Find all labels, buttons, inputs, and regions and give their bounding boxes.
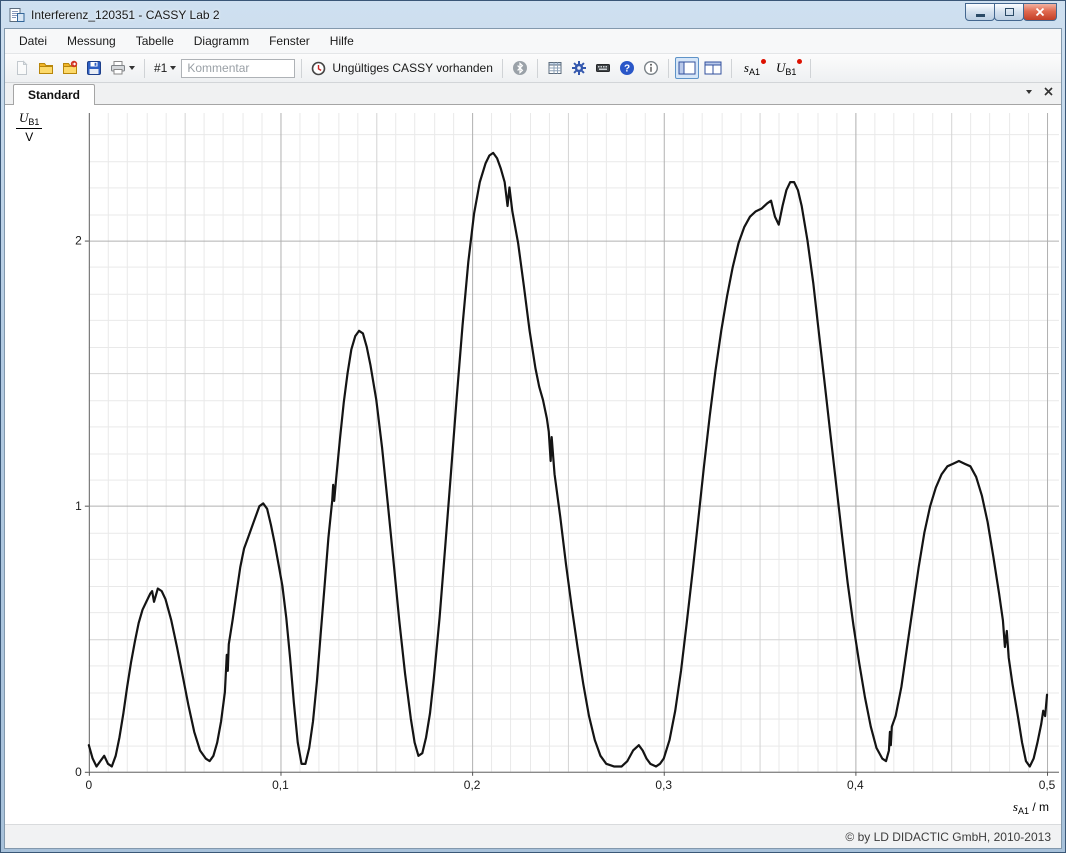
tab-tools [1026,87,1053,96]
app-window: Interferenz_120351 - CASSY Lab 2 Datei M… [0,0,1066,853]
svg-text:0,2: 0,2 [464,778,481,792]
x-axis-subscript: A1 [1018,806,1029,816]
quantity-subscript: B1 [785,67,796,77]
save-icon [86,60,102,76]
copyright-text: © by LD DIDACTIC GmbH, 2010-2013 [845,830,1051,844]
keyboard-icon [595,60,611,76]
dataset-dropdown-icon [170,66,176,70]
help-button[interactable]: ? [616,57,638,79]
toolbar-separator [502,59,503,78]
comment-input[interactable] [181,59,295,78]
window-title: Interferenz_120351 - CASSY Lab 2 [31,8,960,22]
settings-gear-icon [571,60,587,76]
tab-standard[interactable]: Standard [13,84,95,105]
titlebar[interactable]: Interferenz_120351 - CASSY Lab 2 [4,1,1062,28]
print-dropdown-icon [129,66,135,70]
x-axis-unit: / m [1029,800,1049,814]
maximize-icon [1005,8,1014,16]
new-document-button[interactable] [11,57,33,79]
open-file-button[interactable] [35,57,57,79]
open-folder-icon [38,60,54,76]
toolbar-separator [144,59,145,78]
y-axis-unit: V [16,129,42,144]
invalid-cassy-clock-icon [311,61,326,76]
svg-text:0,5: 0,5 [1039,778,1056,792]
invalid-cassy-status[interactable]: Ungültiges CASSY vorhanden [308,57,496,79]
quantity-subscript: A1 [749,67,760,77]
svg-text:0,3: 0,3 [655,778,672,792]
info-icon [643,60,659,76]
dataset-selector-button[interactable]: #1 [151,57,179,79]
toolbar-separator [668,59,669,78]
svg-text:1: 1 [75,499,82,513]
menu-item-diagramm[interactable]: Diagramm [184,31,259,51]
svg-text:2: 2 [75,234,82,248]
x-axis-label[interactable]: sA1 / m [1013,799,1049,816]
layout-split-button[interactable] [701,57,725,79]
y-axis-label[interactable]: UB1 V [16,110,42,144]
toolbar: #1 Ungültiges CASSY vorhanden [5,54,1061,83]
table-icon [547,60,563,76]
chart-panel: 0 0,1 0,2 0,3 0,4 0,5 0 1 2 UB1 V sA1 / m [5,105,1061,824]
open-recent-button[interactable] [59,57,81,79]
tabbar: Standard [5,83,1061,105]
chart-plot-area[interactable]: 0 0,1 0,2 0,3 0,4 0,5 0 1 2 [5,105,1061,824]
bluetooth-button[interactable] [509,57,531,79]
toolbar-separator [537,59,538,78]
tab-close-button[interactable] [1044,87,1053,96]
svg-text:0,4: 0,4 [847,778,864,792]
menu-item-tabelle[interactable]: Tabelle [126,31,184,51]
minimize-icon [976,14,985,17]
menu-item-messung[interactable]: Messung [57,31,126,51]
save-button[interactable] [83,57,105,79]
chevron-down-icon [1026,90,1032,94]
settings-button[interactable] [568,57,590,79]
menubar: Datei Messung Tabelle Diagramm Fenster H… [5,29,1061,54]
menu-item-datei[interactable]: Datei [9,31,57,51]
table-view-button[interactable] [544,57,566,79]
quantity-button-UB1[interactable]: UB1 [770,57,804,79]
dataset-label: #1 [154,61,167,75]
layout-split-icon [704,61,722,75]
keyboard-button[interactable] [592,57,614,79]
bluetooth-icon [512,60,528,76]
maximize-button[interactable] [994,3,1024,21]
print-button[interactable] [107,57,138,79]
layout-standard-button[interactable] [675,57,699,79]
new-data-dot-icon [761,59,766,64]
close-icon [1035,7,1045,17]
toolbar-separator [810,59,811,78]
svg-text:?: ? [624,64,630,75]
minimize-button[interactable] [965,3,995,21]
y-axis-quantity: UB1 [16,110,42,129]
print-icon [110,60,126,76]
statusbar: © by LD DIDACTIC GmbH, 2010-2013 [5,824,1061,848]
menu-item-hilfe[interactable]: Hilfe [320,31,364,51]
quantity-button-sA1[interactable]: sA1 [738,57,768,79]
menu-item-fenster[interactable]: Fenster [259,31,320,51]
tab-list-dropdown-button[interactable] [1026,90,1032,94]
open-recent-icon [62,60,78,76]
cassy-status-text: Ungültiges CASSY vorhanden [332,61,493,75]
quantity-symbol: U [776,60,785,75]
svg-text:0,1: 0,1 [272,778,289,792]
layout-standard-icon [678,61,696,75]
svg-text:0: 0 [86,778,93,792]
toolbar-separator [731,59,732,78]
help-icon: ? [619,60,635,76]
svg-text:0: 0 [75,765,82,779]
window-controls [966,1,1057,28]
app-frame: Datei Messung Tabelle Diagramm Fenster H… [4,28,1062,849]
new-data-dot-icon [797,59,802,64]
app-icon [9,7,25,23]
new-document-icon [14,60,30,76]
close-button[interactable] [1023,3,1057,21]
close-tab-icon [1044,87,1053,96]
info-button[interactable] [640,57,662,79]
toolbar-separator [301,59,302,78]
